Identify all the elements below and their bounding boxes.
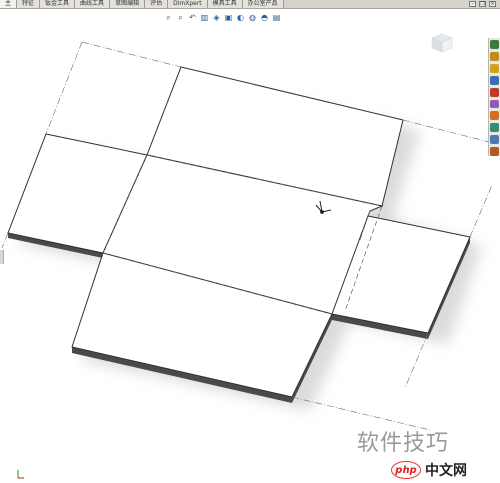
- apply-scene-icon[interactable]: ◓: [260, 13, 269, 22]
- file-explorer-icon[interactable]: [490, 63, 499, 73]
- view-orientation-icon[interactable]: ◈: [212, 13, 221, 22]
- appearances-icon[interactable]: [490, 87, 499, 97]
- heads-up-view-toolbar: ⌕ ⌕ ↶ ▥ ◈ ▣ ◐ ◍ ◓ ▤: [164, 11, 281, 23]
- task-pane-tabs: [488, 38, 500, 157]
- zoom-area-icon[interactable]: ⌕: [176, 13, 185, 22]
- tab-features[interactable]: 特征: [17, 0, 41, 8]
- edit-appearance-icon[interactable]: ◍: [248, 13, 257, 22]
- tab-sketch-edit[interactable]: 草图编辑: [110, 0, 146, 8]
- tab-sheet-metal[interactable]: 钣金工具: [40, 0, 76, 8]
- minimize-icon[interactable]: –: [469, 1, 476, 7]
- tab-spacer: [284, 0, 469, 8]
- view-cube-icon[interactable]: [431, 33, 453, 53]
- view-palette-icon[interactable]: [490, 75, 499, 85]
- previous-view-icon[interactable]: ↶: [188, 13, 197, 22]
- resources-icon[interactable]: [490, 40, 499, 49]
- design-library-icon[interactable]: [490, 51, 499, 61]
- feature-manager-collapse-handle[interactable]: [0, 250, 4, 264]
- graphics-area[interactable]: [0, 0, 500, 483]
- tab-main[interactable]: 主: [0, 0, 18, 8]
- tab-evaluate[interactable]: 评估: [145, 0, 169, 8]
- display-style-icon[interactable]: ▣: [224, 13, 233, 22]
- tab-curve-tools[interactable]: 曲线工具: [75, 0, 111, 8]
- watermark-text: 软件技巧: [357, 431, 450, 456]
- section-view-icon[interactable]: ▥: [200, 13, 209, 22]
- custom-properties-icon[interactable]: [490, 99, 499, 109]
- toolbox-icon[interactable]: [490, 147, 499, 157]
- tab-mold-tools[interactable]: 模具工具: [207, 0, 243, 8]
- zoom-to-fit-icon[interactable]: ⌕: [164, 13, 173, 22]
- solidworks-forum-icon[interactable]: [490, 111, 499, 121]
- badge-site-name: 中文网: [425, 463, 467, 479]
- command-manager-tabs: 主 特征 钣金工具 曲线工具 草图编辑 评估 DimXpert 模具工具 办公室…: [0, 0, 500, 9]
- triad-axes-icon: [17, 470, 24, 479]
- view-settings-icon[interactable]: ▤: [272, 13, 281, 22]
- php-logo: php: [391, 461, 421, 479]
- site-badge: php 中文网: [391, 459, 467, 481]
- flat-pattern[interactable]: [7, 66, 471, 398]
- tab-dimxpert[interactable]: DimXpert: [168, 0, 208, 8]
- close-icon[interactable]: ×: [489, 1, 496, 7]
- search-icon[interactable]: [490, 135, 499, 145]
- hide-show-icon[interactable]: ◐: [236, 13, 245, 22]
- window-controls: – ❐ ×: [469, 0, 500, 8]
- tab-office-products[interactable]: 办公室产品: [242, 0, 284, 8]
- recognition-icon[interactable]: [490, 123, 499, 133]
- restore-icon[interactable]: ❐: [479, 1, 486, 7]
